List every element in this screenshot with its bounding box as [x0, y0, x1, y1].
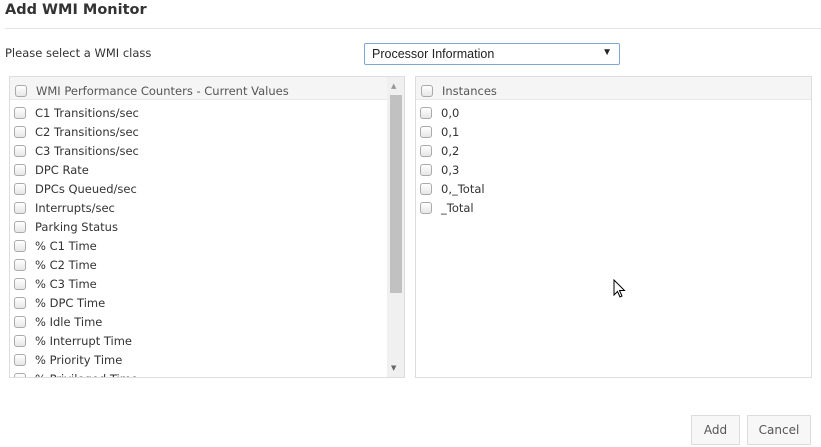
- item-label: % DPC Time: [35, 295, 106, 310]
- item-label: 0,2: [441, 143, 460, 158]
- item-checkbox[interactable]: [420, 182, 432, 195]
- dropdown-arrow-icon: ▼: [602, 47, 612, 58]
- item-checkbox[interactable]: [14, 372, 26, 377]
- list-item[interactable]: DPC Rate: [10, 160, 404, 179]
- item-checkbox[interactable]: [14, 334, 26, 347]
- item-checkbox[interactable]: [420, 125, 432, 138]
- list-item[interactable]: C3 Transitions/sec: [10, 141, 404, 160]
- list-item[interactable]: DPCs Queued/sec: [10, 179, 404, 198]
- instances-list[interactable]: Instances 0,0 0,1 0,2 0,3 0,_Total _Total: [415, 76, 812, 378]
- item-label: Parking Status: [35, 219, 118, 234]
- item-label: % Interrupt Time: [35, 333, 132, 348]
- item-label: 0,1: [441, 124, 460, 139]
- instances-header-label: Instances: [442, 84, 497, 98]
- item-label: % Priority Time: [35, 352, 123, 367]
- item-checkbox[interactable]: [14, 106, 26, 119]
- list-item[interactable]: % C1 Time: [10, 236, 404, 255]
- item-checkbox[interactable]: [420, 106, 432, 119]
- item-checkbox[interactable]: [420, 144, 432, 157]
- counters-header: WMI Performance Counters - Current Value…: [10, 77, 387, 100]
- item-label: C2 Transitions/sec: [35, 124, 139, 139]
- item-checkbox[interactable]: [420, 201, 432, 214]
- wmi-class-value: Processor Information: [372, 47, 495, 61]
- item-checkbox[interactable]: [14, 220, 26, 233]
- select-all-counters-checkbox[interactable]: [15, 85, 27, 97]
- scroll-up-icon[interactable]: ▲: [391, 82, 396, 90]
- item-label: DPC Rate: [35, 162, 89, 177]
- instances-header: Instances: [416, 77, 811, 100]
- item-label: Interrupts/sec: [35, 200, 115, 215]
- list-item[interactable]: 0,2: [416, 141, 811, 160]
- item-label: % Privileged Time: [35, 372, 138, 378]
- list-item[interactable]: 0,3: [416, 160, 811, 179]
- item-checkbox[interactable]: [14, 296, 26, 309]
- item-checkbox[interactable]: [14, 239, 26, 252]
- list-item[interactable]: 0,_Total: [416, 179, 811, 198]
- cancel-button[interactable]: Cancel: [747, 415, 811, 445]
- select-all-instances-checkbox[interactable]: [421, 85, 433, 97]
- item-label: C3 Transitions/sec: [35, 143, 139, 158]
- list-item[interactable]: % Privileged Time: [10, 369, 404, 378]
- list-item[interactable]: % C2 Time: [10, 255, 404, 274]
- item-checkbox[interactable]: [14, 125, 26, 138]
- item-label: 0,3: [441, 162, 460, 177]
- item-label: % C2 Time: [35, 257, 97, 272]
- list-item[interactable]: % Priority Time: [10, 350, 404, 369]
- list-item[interactable]: C1 Transitions/sec: [10, 103, 404, 122]
- list-item[interactable]: % Idle Time: [10, 312, 404, 331]
- item-checkbox[interactable]: [14, 258, 26, 271]
- item-label: 0,0: [441, 105, 460, 120]
- item-checkbox[interactable]: [14, 201, 26, 214]
- item-checkbox[interactable]: [14, 353, 26, 366]
- mouse-cursor-icon: [613, 279, 626, 298]
- item-label: 0,_Total: [441, 181, 485, 196]
- item-label: % C3 Time: [35, 276, 97, 291]
- list-item[interactable]: Parking Status: [10, 217, 404, 236]
- list-item[interactable]: Interrupts/sec: [10, 198, 404, 217]
- dialog-title: Add WMI Monitor: [5, 2, 147, 18]
- list-item[interactable]: 0,1: [416, 122, 811, 141]
- list-item[interactable]: % Interrupt Time: [10, 331, 404, 350]
- item-checkbox[interactable]: [14, 182, 26, 195]
- item-label: C1 Transitions/sec: [35, 105, 139, 120]
- add-button[interactable]: Add: [691, 415, 740, 445]
- list-item[interactable]: % DPC Time: [10, 293, 404, 312]
- wmi-class-label: Please select a WMI class: [5, 46, 152, 60]
- wmi-class-select[interactable]: Processor Information ▼: [364, 43, 620, 65]
- item-checkbox[interactable]: [14, 315, 26, 328]
- list-item[interactable]: % C3 Time: [10, 274, 404, 293]
- list-item[interactable]: _Total: [416, 198, 811, 217]
- divider: [5, 28, 821, 29]
- item-checkbox[interactable]: [14, 277, 26, 290]
- counters-list[interactable]: WMI Performance Counters - Current Value…: [9, 76, 405, 378]
- item-label: _Total: [441, 200, 474, 215]
- item-checkbox[interactable]: [420, 163, 432, 176]
- item-label: % C1 Time: [35, 238, 97, 253]
- scroll-down-icon[interactable]: ▼: [391, 364, 396, 372]
- counters-header-label: WMI Performance Counters - Current Value…: [36, 84, 289, 98]
- item-checkbox[interactable]: [14, 163, 26, 176]
- scrollbar-thumb[interactable]: [390, 95, 402, 293]
- item-label: DPCs Queued/sec: [35, 181, 137, 196]
- item-label: % Idle Time: [35, 314, 103, 329]
- item-checkbox[interactable]: [14, 144, 26, 157]
- scrollbar[interactable]: ▲ ▼: [387, 77, 404, 377]
- list-item[interactable]: C2 Transitions/sec: [10, 122, 404, 141]
- list-item[interactable]: 0,0: [416, 103, 811, 122]
